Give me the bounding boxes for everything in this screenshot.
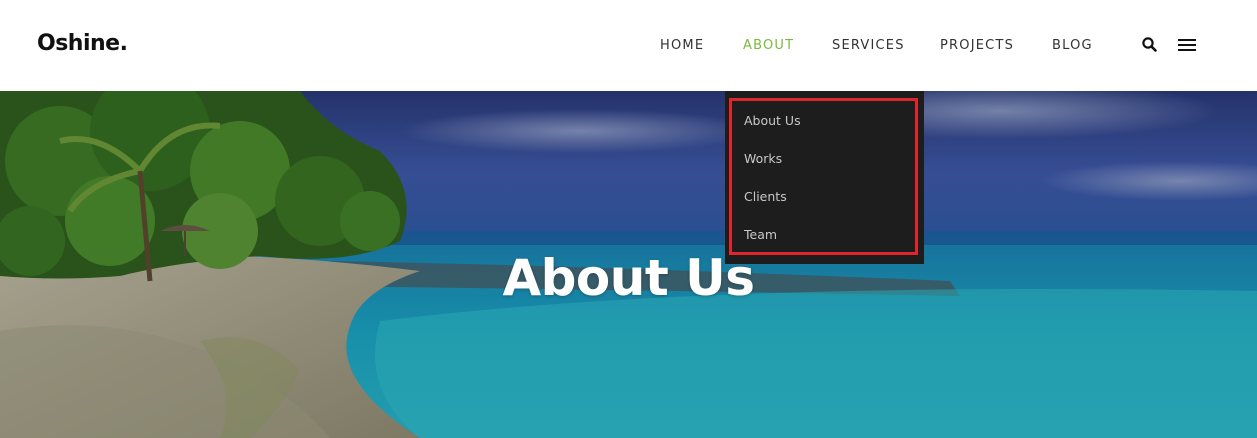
nav-item-blog[interactable]: BLOG bbox=[1052, 38, 1093, 53]
nav-item-about[interactable]: ABOUT bbox=[743, 38, 794, 53]
dropdown-item-clients[interactable]: Clients bbox=[744, 189, 787, 204]
dropdown-item-team[interactable]: Team bbox=[744, 227, 777, 242]
hamburger-menu-icon[interactable] bbox=[1177, 37, 1197, 53]
page-title: About Us bbox=[502, 249, 755, 307]
nav-item-projects[interactable]: PROJECTS bbox=[940, 38, 1014, 53]
nav-item-services[interactable]: SERVICES bbox=[832, 38, 905, 53]
dropdown-item-about-us[interactable]: About Us bbox=[744, 113, 801, 128]
site-logo[interactable]: Oshine. bbox=[37, 31, 128, 56]
page: Oshine. HOME ABOUT SERVICES PROJECTS BLO… bbox=[0, 0, 1257, 438]
hero-banner: About Us bbox=[0, 91, 1257, 438]
dropdown-item-works[interactable]: Works bbox=[744, 151, 782, 166]
about-dropdown-menu: About Us Works Clients Team bbox=[725, 91, 924, 264]
search-icon[interactable] bbox=[1141, 36, 1159, 54]
nav-item-home[interactable]: HOME bbox=[660, 38, 704, 53]
site-header: Oshine. HOME ABOUT SERVICES PROJECTS BLO… bbox=[0, 0, 1257, 91]
